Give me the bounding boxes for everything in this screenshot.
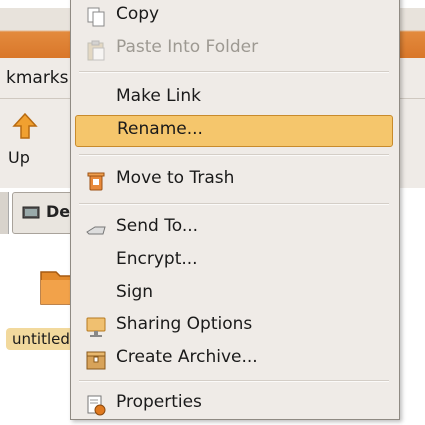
menu-item-label: Move to Trash	[116, 168, 235, 188]
path-button-label[interactable]: De	[46, 202, 70, 221]
menu-item-label: Properties	[116, 392, 202, 412]
menu-item-create-archive[interactable]: Create Archive...	[75, 344, 393, 374]
menu-item-label: Rename...	[117, 119, 203, 139]
menu-item-label: Create Archive...	[116, 347, 258, 367]
menu-item-label: Copy	[116, 4, 160, 24]
trash-icon	[87, 172, 105, 191]
folder-name-label[interactable]: untitled	[6, 328, 76, 350]
menu-item-label: Paste Into Folder	[116, 37, 259, 57]
menu-item-label: Sign	[116, 282, 154, 302]
menu-separator	[79, 203, 389, 205]
menu-item-label: Send To...	[116, 216, 199, 236]
sharing-icon	[86, 317, 106, 337]
context-menu: Copy Paste Into Folder Make Link Rename.…	[70, 0, 400, 420]
menu-item-rename[interactable]: Rename...	[75, 115, 393, 147]
menu-item-label: Encrypt...	[116, 249, 198, 269]
menu-item-properties[interactable]: Properties	[75, 389, 393, 419]
paste-icon	[87, 40, 105, 61]
send-icon	[86, 226, 106, 235]
menu-separator	[79, 154, 389, 156]
desktop-icon	[22, 206, 40, 219]
menu-item-sharing-options[interactable]: Sharing Options	[75, 311, 393, 341]
menu-item-label: Sharing Options	[116, 314, 253, 334]
menu-separator	[79, 380, 389, 382]
menu-item-sign[interactable]: Sign	[75, 279, 393, 309]
menu-item-send-to[interactable]: Send To...	[75, 213, 393, 243]
menu-item-paste-into-folder[interactable]: Paste Into Folder	[75, 34, 393, 64]
menu-separator	[79, 71, 389, 73]
properties-icon	[87, 395, 106, 416]
menu-item-make-link[interactable]: Make Link	[75, 83, 393, 113]
archive-icon	[86, 351, 106, 370]
menu-item-encrypt[interactable]: Encrypt...	[75, 246, 393, 276]
menu-item-copy[interactable]: Copy	[75, 1, 393, 31]
menu-item-move-to-trash[interactable]: Move to Trash	[75, 165, 393, 195]
copy-icon	[87, 7, 105, 27]
bookmarks-menu[interactable]: kmarks	[6, 68, 69, 88]
up-button-label[interactable]: Up	[8, 148, 30, 167]
up-arrow-icon[interactable]	[12, 112, 38, 140]
path-scroll-left[interactable]	[0, 192, 9, 234]
menu-item-label: Make Link	[116, 86, 201, 106]
